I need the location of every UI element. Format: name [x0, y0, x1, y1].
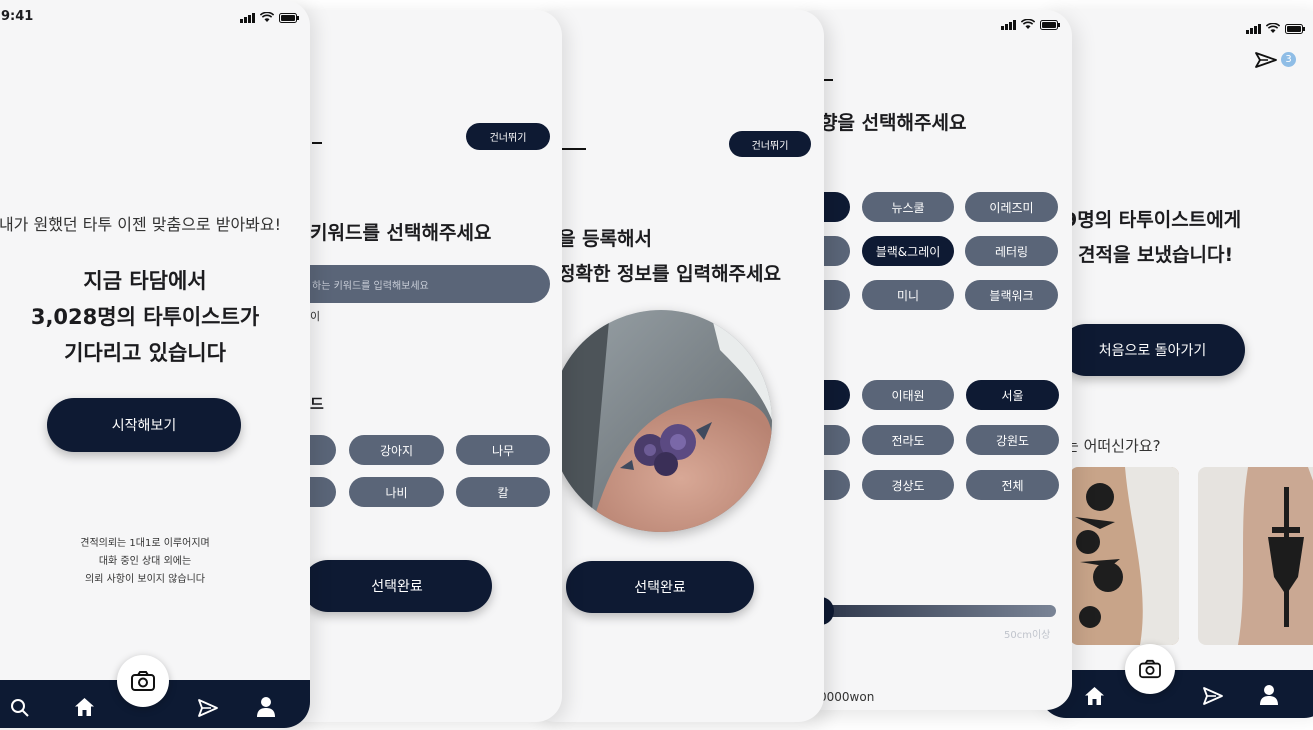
- wifi-icon: [260, 12, 274, 22]
- style-chip[interactable]: 블랙워크: [965, 280, 1058, 310]
- onboarding-screen: 9:41 내가 원했던 타투 이젠 맞춤으로 받아봐요! 지금 타담에서 3,0…: [0, 0, 310, 728]
- keyword-screen: 건너뛰기 키워드를 선택해주세요 하는 키워드를 입력해보세요 이 드 강아지 …: [270, 10, 562, 722]
- tattoo-thumbnail[interactable]: [1198, 467, 1313, 645]
- go-home-button[interactable]: 처음으로 돌아가기: [1060, 324, 1245, 376]
- tagline: 내가 원했던 타투 이젠 맞춤으로 받아봐요!: [0, 215, 282, 234]
- recommend-question: 는 어떠신가요?: [1065, 437, 1161, 455]
- headline: 지금 타담에서 3,028명의 타투이스트가 기다리고 있습니다: [30, 269, 260, 365]
- skip-button[interactable]: 건너뛰기: [466, 123, 550, 150]
- style-chip[interactable]: 이레즈미: [965, 192, 1058, 222]
- skip-button[interactable]: 건너뛰기: [729, 131, 811, 157]
- camera-button[interactable]: [117, 655, 169, 707]
- status-icons: [1001, 19, 1060, 30]
- progress-dash: [312, 142, 322, 144]
- search-icon[interactable]: [10, 698, 30, 722]
- send-icon[interactable]: [1254, 50, 1278, 74]
- tattoo-photo-image: [550, 310, 772, 532]
- page-title: 향을 선택해주세요: [820, 112, 967, 134]
- camera-icon: [1139, 659, 1161, 679]
- page-title-line2: 정확한 정보를 입력해주세요: [558, 263, 781, 285]
- progress-dash: [560, 148, 586, 150]
- send-nav-icon[interactable]: [1202, 686, 1224, 710]
- tattoo-thumbnail-image: [1070, 467, 1179, 645]
- home-icon[interactable]: [1084, 686, 1105, 710]
- profile-icon[interactable]: [256, 696, 276, 722]
- style-region-screen: 향을 선택해주세요 뉴스쿨 이레즈미 블랙&그레이 레터링 미니 블랙워크 이태…: [790, 10, 1072, 710]
- region-chip[interactable]: 서울: [966, 380, 1059, 410]
- tattoo-photo[interactable]: [550, 310, 772, 532]
- notice-text: 견적의뢰는 1대1로 이루어지며 대화 중인 상대 외에는 의뢰 사항이 보이지…: [80, 538, 210, 585]
- region-chip[interactable]: 전라도: [862, 425, 954, 455]
- photo-upload-screen: 건너뛰기 을 등록해서 정확한 정보를 입력해주세요 선택완료: [530, 10, 824, 722]
- select-done-button[interactable]: 선택완료: [302, 560, 492, 612]
- keyword-chip[interactable]: 나비: [349, 477, 444, 507]
- input-helper-text: 이: [310, 310, 321, 323]
- style-chip[interactable]: 레터링: [965, 236, 1058, 266]
- camera-button[interactable]: [1125, 644, 1175, 694]
- region-chip[interactable]: 전체: [966, 470, 1059, 500]
- style-chip[interactable]: 블랙&그레이: [862, 236, 954, 266]
- start-button[interactable]: 시작해보기: [47, 398, 241, 452]
- keyword-chip[interactable]: 칼: [456, 477, 550, 507]
- tattoo-thumbnail-image: [1198, 467, 1313, 645]
- size-slider-track[interactable]: [810, 605, 1056, 617]
- wifi-icon: [1266, 23, 1280, 33]
- battery-icon: [1285, 24, 1305, 34]
- result-line2: 견적을 보냈습니다!: [1078, 244, 1234, 266]
- select-done-button[interactable]: 선택완료: [566, 561, 754, 613]
- battery-icon: [1040, 20, 1060, 30]
- style-chip[interactable]: 뉴스쿨: [862, 192, 954, 222]
- progress-dash: [824, 79, 833, 81]
- wifi-icon: [1021, 19, 1035, 29]
- result-screen: 3 9명의 타투이스트에게 견적을 보냈습니다! 처음으로 돌아가기 는 어떠신…: [1040, 10, 1313, 718]
- status-icons: [240, 12, 299, 23]
- page-title-line1: 을 등록해서: [558, 228, 653, 250]
- notification-badge: 3: [1281, 52, 1296, 67]
- style-chip[interactable]: 미니: [862, 280, 954, 310]
- keyword-chip[interactable]: 나무: [456, 435, 550, 465]
- slider-max-label: 50cm이상: [1004, 630, 1051, 641]
- region-chip[interactable]: 강원도: [966, 425, 1059, 455]
- profile-icon[interactable]: [1259, 684, 1279, 710]
- section-label: 드: [310, 395, 324, 413]
- keyword-chip[interactable]: 강아지: [349, 435, 444, 465]
- region-chip[interactable]: 경상도: [862, 470, 954, 500]
- send-icon[interactable]: [197, 698, 219, 722]
- battery-icon: [279, 13, 299, 23]
- result-line1: 9명의 타투이스트에게: [1064, 209, 1242, 231]
- keyword-search-input[interactable]: 하는 키워드를 입력해보세요: [290, 265, 550, 303]
- home-icon[interactable]: [74, 697, 95, 721]
- status-time: 9:41: [1, 9, 34, 24]
- camera-icon: [131, 671, 155, 691]
- region-chip[interactable]: 이태원: [862, 380, 954, 410]
- page-title: 키워드를 선택해주세요: [310, 222, 492, 244]
- tattoo-thumbnail[interactable]: [1070, 467, 1179, 645]
- price-text: 0000won: [819, 690, 875, 704]
- status-icons: [1246, 23, 1305, 34]
